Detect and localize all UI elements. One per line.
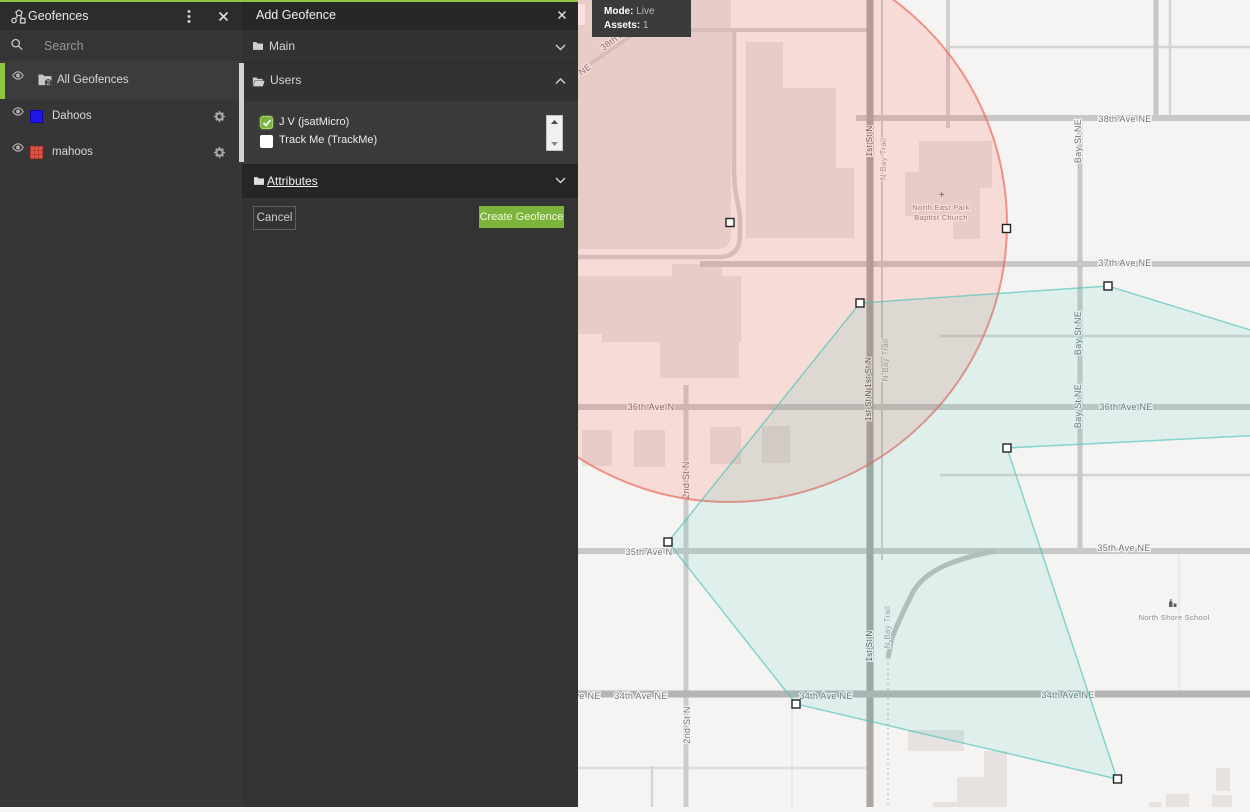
svg-text:2: 2 [46,80,50,86]
svg-text:2nd St N: 2nd St N [682,706,692,743]
svg-text:North Shore School: North Shore School [1139,613,1210,622]
svg-text:Bay St NE: Bay St NE [1073,119,1083,163]
svg-text:37th Ave NE: 37th Ave NE [1098,258,1151,268]
svg-text:38th Ave NE: 38th Ave NE [1098,114,1151,124]
svg-text:34th Ave NE: 34th Ave NE [614,691,667,701]
svg-text:35th Ave NE: 35th Ave NE [1097,543,1150,553]
svg-text:34th Ave NE: 34th Ave NE [578,691,601,701]
svg-text:35th Ave N: 35th Ave N [626,547,673,557]
